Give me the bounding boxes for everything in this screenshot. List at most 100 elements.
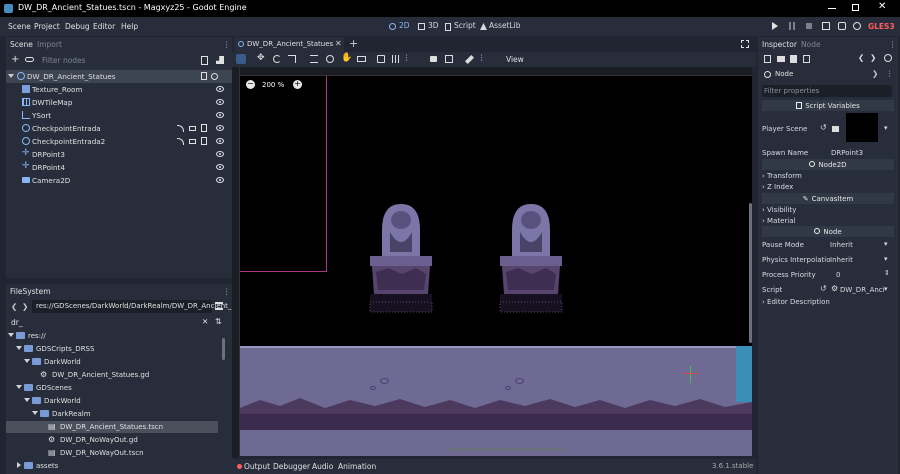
script-icon[interactable] bbox=[201, 124, 207, 132]
pan-icon[interactable]: ✋ bbox=[341, 53, 352, 63]
renderer-label[interactable]: GLES3 bbox=[868, 22, 895, 31]
expand-arrow-icon[interactable] bbox=[32, 411, 38, 415]
history-forward-icon[interactable]: ❯ bbox=[870, 53, 876, 62]
menu-editor[interactable]: Editor bbox=[93, 22, 115, 31]
expand-arrow-icon[interactable] bbox=[24, 398, 30, 402]
tree-row-checkpointentrada2[interactable]: CheckpointEntrada2 bbox=[6, 135, 232, 148]
horizontal-scrollbar[interactable] bbox=[446, 448, 566, 451]
section-node[interactable]: Node bbox=[762, 226, 894, 237]
smart-snap-icon[interactable] bbox=[377, 55, 385, 63]
material-group[interactable]: › Material bbox=[762, 217, 795, 225]
file-tree-item[interactable]: DarkWorld bbox=[6, 395, 218, 407]
chevron-down-icon[interactable]: ❯ bbox=[872, 69, 878, 78]
play-scene-icon[interactable] bbox=[822, 22, 830, 30]
signal-icon[interactable] bbox=[177, 138, 184, 145]
dock-menu-icon[interactable]: ⋮ bbox=[889, 40, 897, 49]
tab-animation[interactable]: Animation bbox=[338, 462, 376, 471]
scrollbar[interactable] bbox=[222, 338, 225, 360]
group-lock-icon[interactable] bbox=[445, 55, 453, 63]
dock-menu-icon[interactable]: ⋮ bbox=[223, 287, 231, 296]
rotate-tool-icon[interactable] bbox=[273, 55, 281, 63]
close-tab-icon[interactable]: ✕ bbox=[335, 39, 342, 48]
tab-output[interactable]: Output bbox=[244, 462, 270, 471]
tab-inspector[interactable]: Inspector bbox=[762, 40, 797, 49]
pause-mode-value[interactable]: Inherit bbox=[830, 241, 853, 249]
grid-snap-icon[interactable] bbox=[392, 55, 400, 63]
script-icon[interactable] bbox=[201, 72, 207, 80]
history-icon[interactable] bbox=[884, 54, 892, 62]
tab-node[interactable]: Node bbox=[801, 40, 821, 49]
select-tool-icon[interactable] bbox=[236, 54, 246, 64]
split-mode-icon[interactable] bbox=[215, 302, 223, 310]
tree-row-checkpointentrada[interactable]: CheckpointEntrada bbox=[6, 122, 232, 135]
tree-row-texture-room[interactable]: Texture_Room bbox=[6, 83, 232, 96]
menu-scene[interactable]: Scene bbox=[8, 22, 31, 31]
tab-debugger[interactable]: Debugger bbox=[273, 462, 310, 471]
file-tree-item[interactable]: GDSCripts_DRSS bbox=[6, 343, 218, 355]
collapse-arrow-icon[interactable] bbox=[17, 462, 21, 468]
tree-row-drpoint3[interactable]: ✛ DRPoint3 bbox=[6, 148, 232, 161]
file-tree-item[interactable]: ⚙ DW_DR_Ancient_Statues.gd bbox=[6, 369, 218, 381]
history-back-icon[interactable]: ❮ bbox=[858, 53, 864, 62]
tree-row-dwtilemap[interactable]: DWTileMap bbox=[6, 96, 232, 109]
file-tree-item[interactable]: GDScenes bbox=[6, 382, 218, 394]
file-tree-item[interactable]: ⚙ DW_DR_NoWayOut.gd bbox=[6, 434, 218, 446]
zoom-out-button[interactable]: − bbox=[246, 80, 255, 89]
viewport-canvas[interactable]: − 200 % + bbox=[240, 76, 752, 456]
scale-tool-icon[interactable] bbox=[288, 55, 296, 63]
view-menu[interactable]: View bbox=[506, 55, 524, 64]
editor-assetlib-button[interactable]: AssetLib bbox=[480, 20, 521, 33]
back-icon[interactable]: ❮ bbox=[11, 302, 17, 311]
physics-interpolation-value[interactable]: Inherit bbox=[830, 256, 853, 264]
expand-arrow-icon[interactable] bbox=[8, 333, 14, 337]
tree-row-root[interactable]: DW_DR_Ancient_Statues bbox=[6, 70, 232, 83]
collapse-arrow-icon[interactable] bbox=[8, 74, 14, 78]
section-node2d[interactable]: Node2D bbox=[762, 159, 894, 170]
link-icon[interactable] bbox=[25, 57, 34, 62]
group-icon[interactable] bbox=[189, 139, 196, 144]
stop-icon[interactable] bbox=[806, 23, 812, 29]
forward-icon[interactable]: ❯ bbox=[22, 302, 28, 311]
minimize-button[interactable] bbox=[828, 8, 836, 9]
file-tree-item[interactable]: assets bbox=[6, 460, 218, 472]
signal-icon[interactable] bbox=[177, 125, 184, 132]
process-priority-value[interactable]: 0 bbox=[836, 271, 840, 279]
snap-options-icon[interactable]: ⋮ bbox=[403, 53, 411, 62]
object-menu-icon[interactable]: ⋮ bbox=[886, 69, 894, 78]
editor-2d-button[interactable]: 2D bbox=[389, 20, 413, 33]
transform-group[interactable]: › Transform bbox=[762, 172, 802, 180]
group-icon[interactable] bbox=[189, 126, 196, 131]
filter-properties-input[interactable]: Filter properties bbox=[762, 85, 892, 97]
dock-menu-icon[interactable]: ⋮ bbox=[223, 40, 231, 49]
visibility-eye-icon[interactable] bbox=[216, 138, 224, 144]
tab-audio[interactable]: Audio bbox=[312, 462, 333, 471]
tree-row-ysort[interactable]: YSort bbox=[6, 109, 232, 122]
visibility-eye-icon[interactable] bbox=[216, 164, 224, 170]
chevron-down-icon[interactable]: ▾ bbox=[884, 255, 888, 263]
visibility-group[interactable]: › Visibility bbox=[762, 206, 796, 214]
scene-tab[interactable]: DW_DR_Ancient_Statues ✕ bbox=[234, 37, 344, 52]
tree-row-camera2d[interactable]: Camera2D bbox=[6, 174, 232, 187]
zoom-level[interactable]: 200 % bbox=[262, 81, 284, 89]
expand-arrow-icon[interactable] bbox=[24, 359, 30, 363]
file-tree-item[interactable]: DarkRealm bbox=[6, 408, 218, 420]
movie-icon[interactable] bbox=[853, 22, 861, 30]
new-resource-icon[interactable] bbox=[764, 55, 771, 63]
reset-icon[interactable]: ↺ bbox=[820, 284, 827, 293]
expand-arrow-icon[interactable] bbox=[16, 346, 22, 350]
file-search-input[interactable]: dr_ bbox=[8, 316, 200, 329]
folder-icon[interactable] bbox=[832, 126, 839, 132]
reset-icon[interactable]: ↺ bbox=[820, 123, 827, 132]
clear-search-icon[interactable]: ✕ bbox=[202, 317, 208, 326]
editor-description-group[interactable]: › Editor Description bbox=[762, 298, 830, 306]
maximize-button[interactable] bbox=[852, 4, 859, 11]
menu-project[interactable]: Project bbox=[34, 22, 60, 31]
section-canvasitem[interactable]: ✎ CanvasItem bbox=[762, 193, 894, 204]
ruler-icon[interactable] bbox=[357, 56, 366, 62]
pause-icon[interactable] bbox=[789, 22, 795, 30]
tree-row-drpoint4[interactable]: ✛ DRPoint4 bbox=[6, 161, 232, 174]
zoom-in-button[interactable]: + bbox=[293, 80, 302, 89]
script-icon[interactable] bbox=[201, 137, 207, 145]
filter-nodes-input[interactable]: Filter nodes bbox=[40, 56, 198, 68]
expand-arrow-icon[interactable] bbox=[16, 385, 22, 389]
